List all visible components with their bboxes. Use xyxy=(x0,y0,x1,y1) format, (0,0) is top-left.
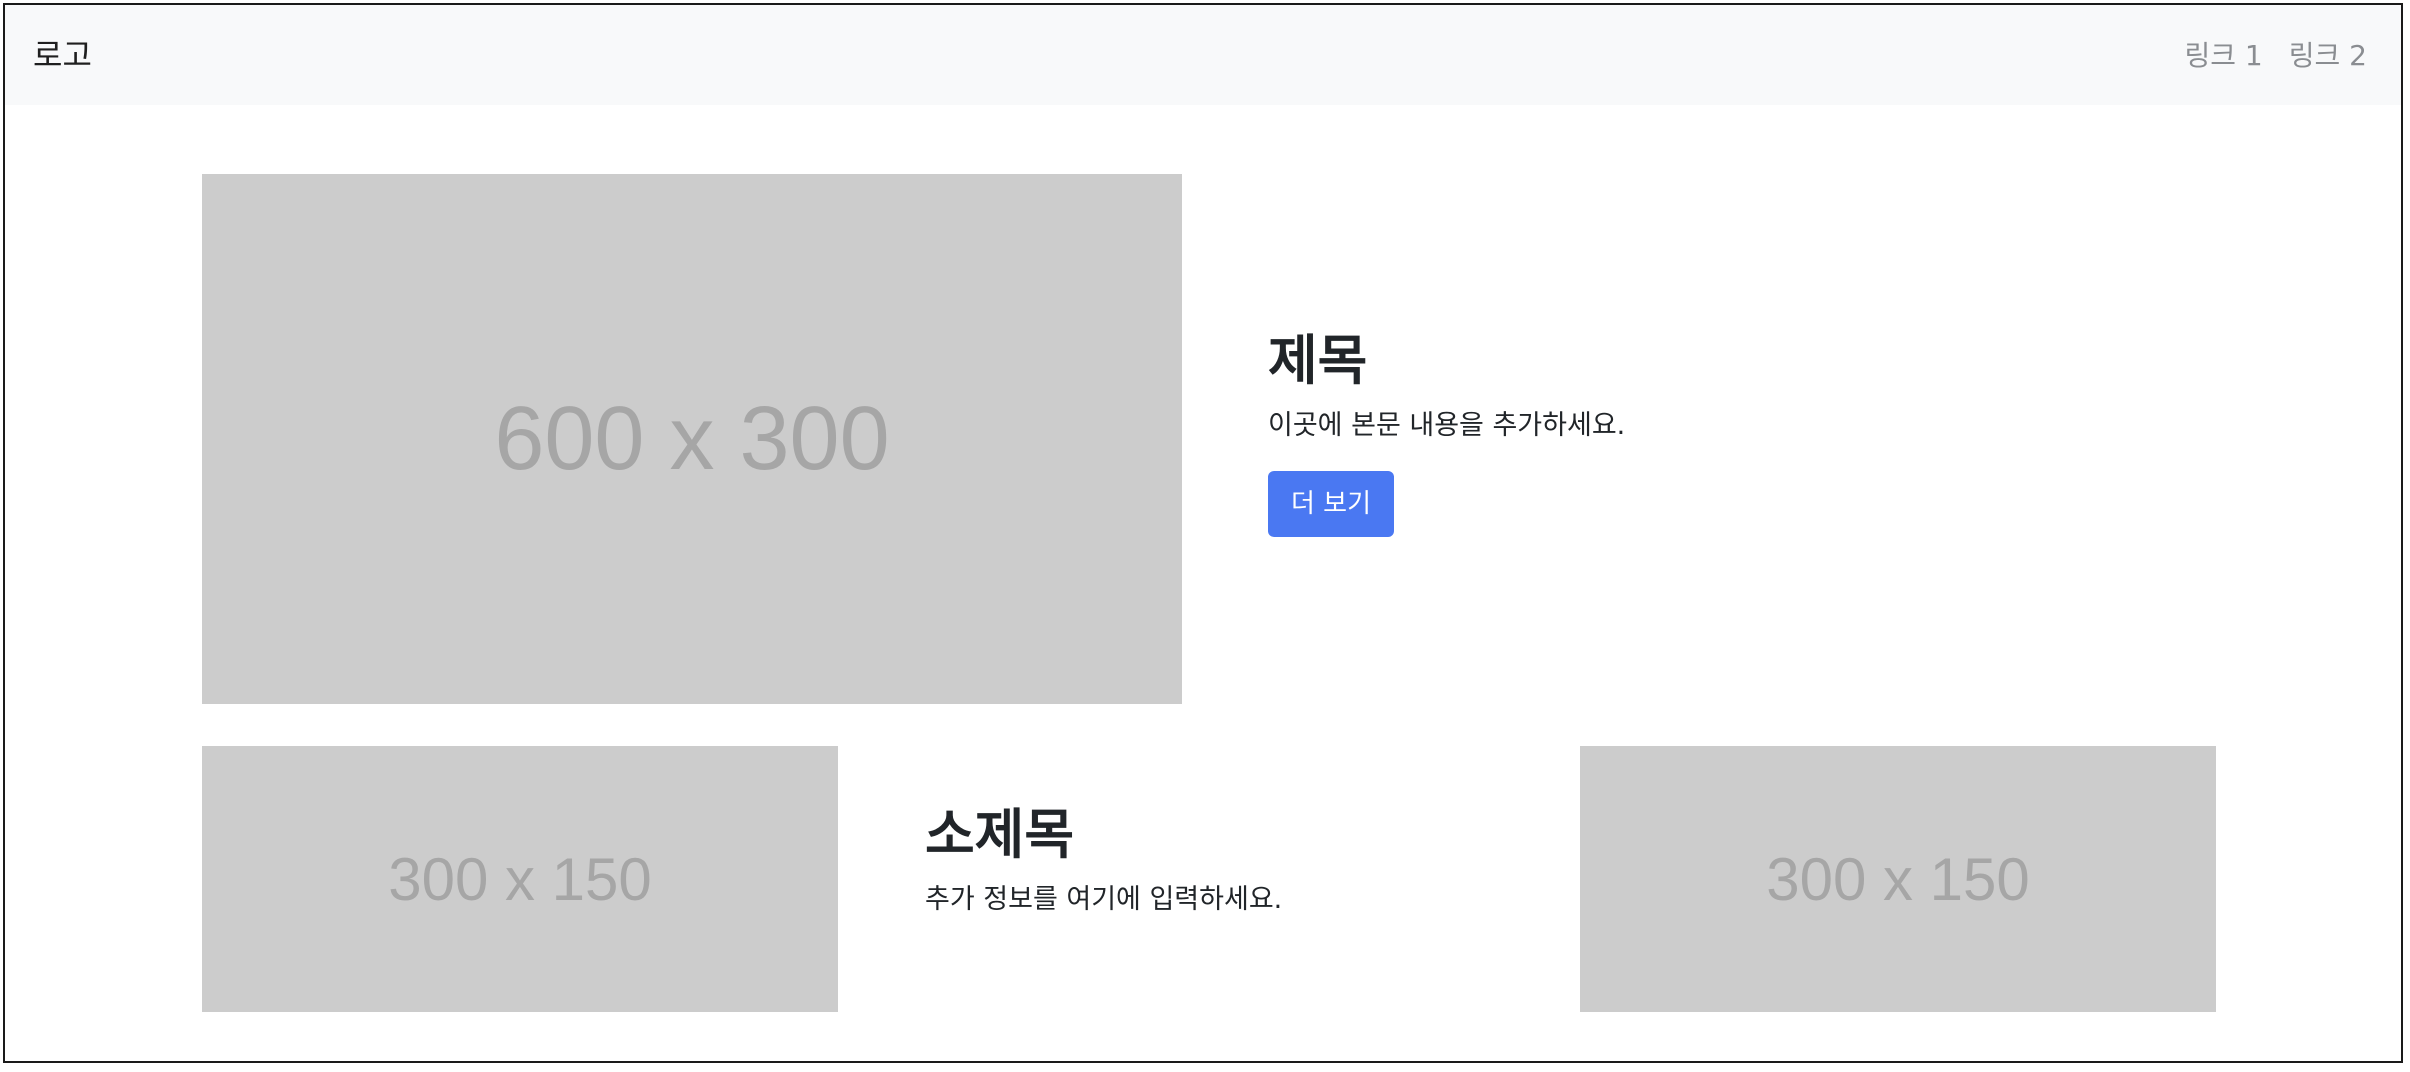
hero-image-placeholder: 600 x 300 xyxy=(202,174,1182,704)
hero-content: 제목 이곳에 본문 내용을 추가하세요. 더 보기 xyxy=(1268,327,1625,537)
secondary-left-image-placeholder: 300 x 150 xyxy=(202,746,838,1012)
secondary-title: 소제목 xyxy=(925,803,1075,866)
navbar: 로고 링크 1 링크 2 xyxy=(5,5,2401,105)
secondary-body: 추가 정보를 여기에 입력하세요. xyxy=(925,884,1283,915)
secondary-left-image-label: 300 x 150 xyxy=(388,845,652,913)
nav-links: 링크 1 링크 2 xyxy=(2185,37,2368,75)
hero-image-label: 600 x 300 xyxy=(494,388,890,489)
page-frame: 로고 링크 1 링크 2 600 x 300 제목 이곳에 본문 내용을 추가하… xyxy=(3,3,2403,1063)
secondary-right-image-placeholder: 300 x 150 xyxy=(1580,746,2216,1012)
nav-link-2[interactable]: 링크 2 xyxy=(2289,37,2367,75)
more-button[interactable]: 더 보기 xyxy=(1268,471,1394,537)
nav-link-1[interactable]: 링크 1 xyxy=(2185,37,2263,75)
hero-title: 제목 xyxy=(1268,329,1368,392)
brand-logo[interactable]: 로고 xyxy=(33,35,92,75)
secondary-content: 소제목 추가 정보를 여기에 입력하세요. xyxy=(925,801,1282,917)
hero-body: 이곳에 본문 내용을 추가하세요. xyxy=(1268,410,1626,441)
secondary-right-image-label: 300 x 150 xyxy=(1766,845,2030,913)
